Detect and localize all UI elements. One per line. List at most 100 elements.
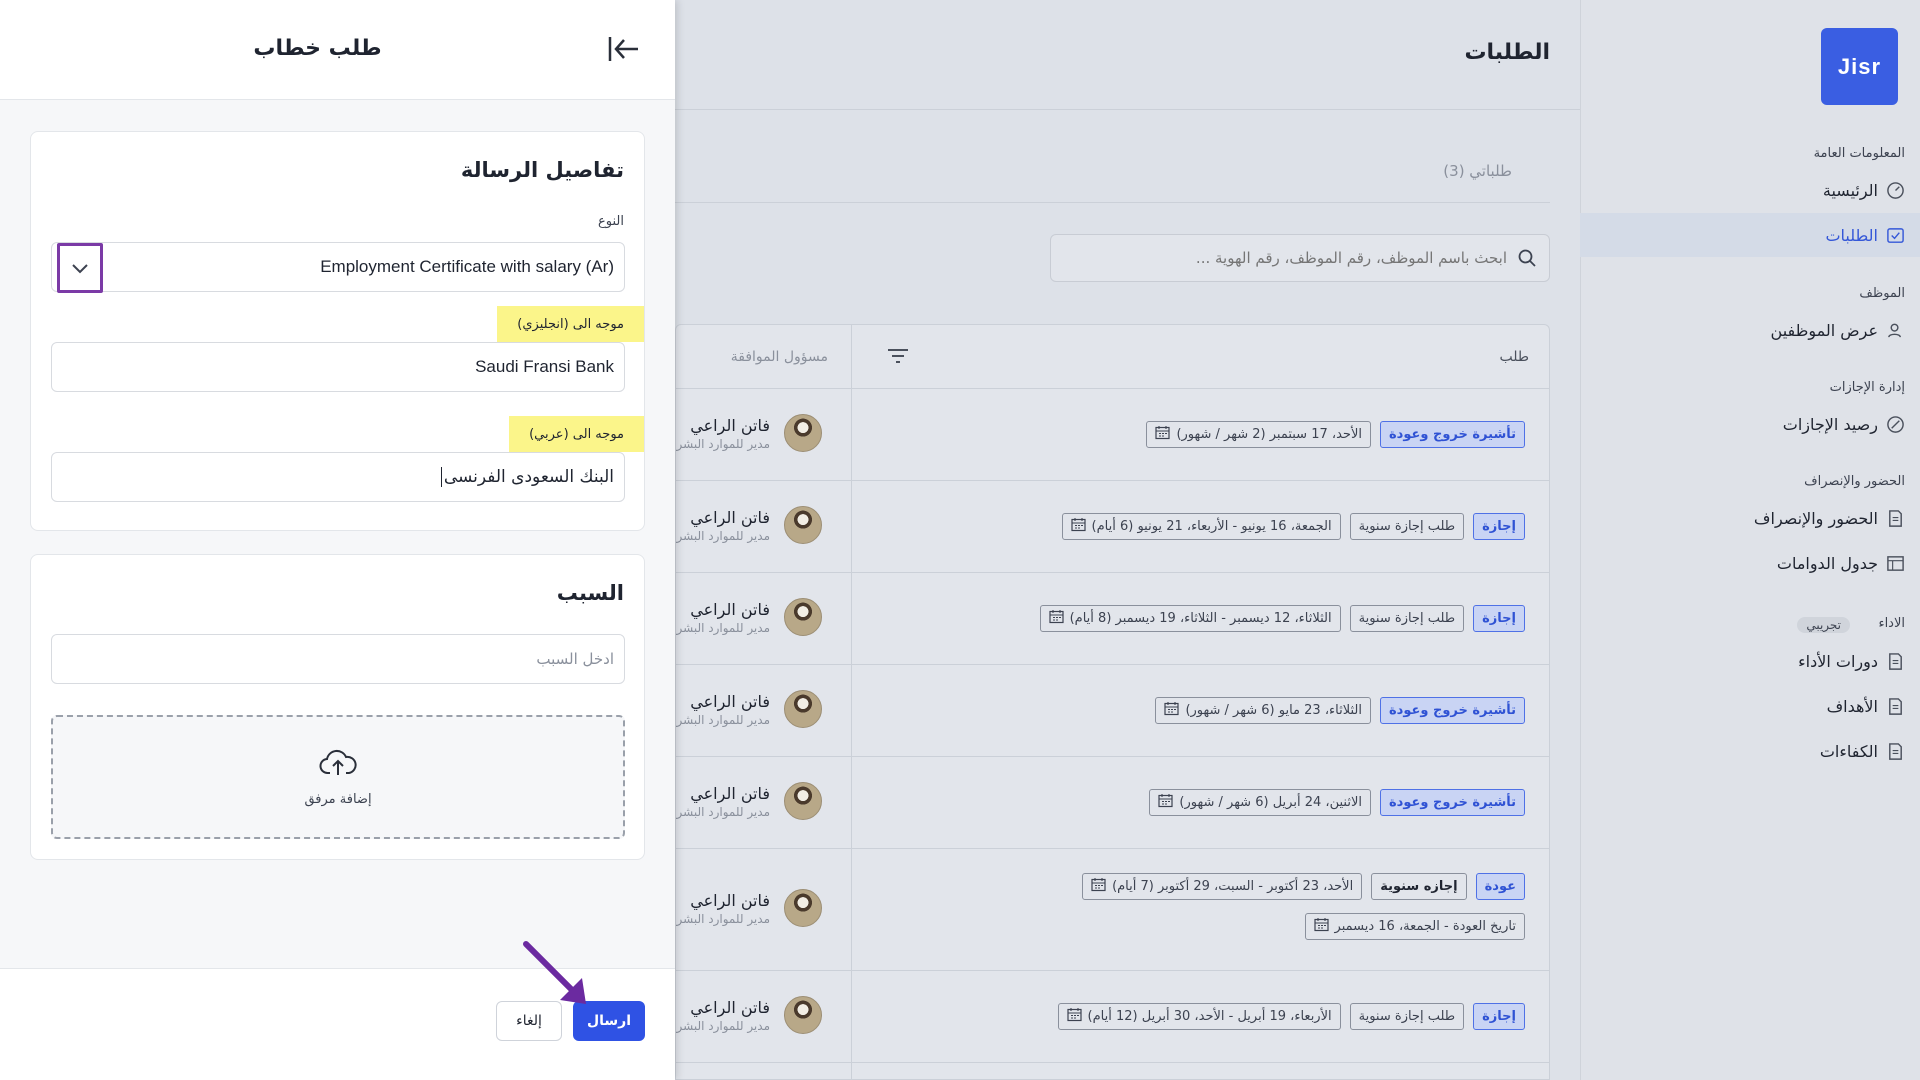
request-tags: تأشيرة خروج وعودة الاثنين، 24 أبريل (6 شه…: [1149, 789, 1525, 816]
document-icon: [1889, 742, 1902, 760]
approver-role: مدير للموارد البشرية: [675, 911, 770, 926]
sidebar-item-shifts[interactable]: جدول الدوامات: [1580, 541, 1920, 585]
request-tags: تأشيرة خروج وعودة الأحد، 17 سبتمبر (2 شهر…: [1146, 421, 1525, 448]
column-header-approver: مسؤول الموافقة: [730, 349, 828, 365]
table-row[interactable]: تأشيرة خروج وعودة الثلاثاء، 23 مايو (6 شه…: [676, 665, 1549, 757]
search-input[interactable]: [1067, 249, 1507, 267]
sidebar-item-employees[interactable]: عرض الموظفين: [1580, 308, 1920, 352]
calendar-icon: [1155, 425, 1171, 444]
request-date-text: الأحد، 23 أكتوبر - السبت، 29 أكتوبر (7 أ…: [1112, 879, 1354, 894]
sidebar-item-cycles[interactable]: دورات الأداء: [1580, 639, 1920, 683]
tab-divider: [675, 202, 1550, 203]
approver-name: فاتن الراعي: [690, 415, 770, 435]
request-date-tag: الأربعاء، 19 أبريل - الأحد، 30 أبريل (12…: [1057, 1003, 1341, 1030]
gauge-icon: [1887, 181, 1904, 199]
reason-input[interactable]: ادخل السبب: [51, 634, 625, 684]
request-date-tag: الثلاثاء، 23 مايو (6 شهر / شهور): [1155, 697, 1371, 724]
jisr-logo[interactable]: Jisr: [1821, 28, 1898, 105]
sidebar-item-attendance[interactable]: الحضور والإنصراف: [1580, 496, 1920, 540]
sidebar-item-label: دورات الأداء: [1798, 651, 1878, 671]
to-english-input[interactable]: Saudi Fransi Bank: [51, 342, 625, 392]
request-date-text: الثلاثاء، 12 ديسمبر - الثلاثاء، 19 ديسمب…: [1069, 611, 1332, 626]
sidebar-item-goals[interactable]: الأهداف: [1580, 684, 1920, 728]
table-row[interactable]: إجازة طلب إجازة سنوية الثلاثاء، 12 ديسمبر …: [676, 573, 1549, 665]
drawer-header: طلب خطاب: [0, 0, 675, 100]
request-subtype-tag: طلب إجازة سنوية: [1349, 513, 1465, 540]
to-arabic-value: البنك السعودى الفرنسى: [440, 467, 614, 487]
approver-role: مدير للموارد البشرية: [675, 620, 770, 635]
attachment-label: إضافة مرفق: [304, 791, 372, 807]
sidebar: Jisr المعلومات العامة الرئيسية الطلبات ا…: [1580, 0, 1920, 1080]
percent-icon: [1887, 415, 1904, 433]
type-label: النوع: [598, 214, 624, 229]
avatar: [784, 996, 822, 1034]
sidebar-item-label: الطلبات: [1825, 225, 1878, 245]
avatar: [784, 889, 822, 927]
attachment-dropzone[interactable]: إضافة مرفق: [51, 715, 625, 839]
calendar-icon: [1164, 701, 1180, 720]
sidebar-item-label: الرئيسية: [1822, 180, 1878, 200]
letter-request-drawer: طلب خطاب تفاصيل الرسالة النوع Employment…: [0, 0, 675, 1080]
sidebar-item-home[interactable]: الرئيسية: [1580, 168, 1920, 212]
search-icon: [1518, 249, 1536, 267]
approver-name: فاتن الراعي: [690, 890, 770, 910]
avatar: [784, 690, 822, 728]
sidebar-item-label: الأهداف: [1826, 696, 1878, 716]
table-header: طلب مسؤول الموافقة: [676, 325, 1549, 389]
filter-icon[interactable]: [887, 347, 909, 365]
calendar-icon: [1048, 609, 1064, 628]
request-date-tag: الأحد، 17 سبتمبر (2 شهر / شهور): [1146, 421, 1371, 448]
tab-my-requests[interactable]: طلباتي (3): [1443, 162, 1512, 180]
chevron-down-icon[interactable]: [57, 243, 103, 293]
type-select-value: Employment Certificate with salary (Ar): [320, 257, 614, 276]
table-row[interactable]: تأشيرة خروج وعودة الاثنين، 24 أبريل (6 شه…: [676, 757, 1549, 849]
request-tags: إجازة طلب إجازة سنوية الثلاثاء، 12 ديسمبر …: [1039, 605, 1525, 632]
reason-card: السبب ادخل السبب إضافة مرفق: [30, 554, 645, 860]
sidebar-item-label: عرض الموظفين: [1770, 320, 1878, 340]
sidebar-item-requests[interactable]: الطلبات: [1580, 213, 1920, 257]
calendar-icon: [1158, 793, 1174, 812]
document-icon: [1889, 652, 1902, 670]
approver-role: مدير للموارد البشرية: [675, 1018, 770, 1033]
approver-cell: فاتن الراعي مدير للموارد البشرية: [676, 782, 822, 820]
top-bar: الطلبات: [675, 0, 1580, 110]
request-tags: عودة إجازه سنوية الأحد، 23 أكتوبر - السبت،…: [1082, 873, 1525, 900]
section-general: المعلومات العامة: [1813, 146, 1905, 161]
search-box[interactable]: [1050, 234, 1550, 282]
type-select[interactable]: Employment Certificate with salary (Ar): [51, 242, 625, 293]
document-icon: [1889, 509, 1902, 527]
request-subtype-tag: طلب إجازة سنوية: [1349, 1003, 1465, 1030]
drawer-title: طلب خطاب: [253, 36, 382, 61]
return-date-tags: تاريخ العودة - الجمعة، 16 ديسمبر: [1304, 913, 1525, 940]
request-type-badge: إجازة: [1473, 605, 1525, 632]
request-date-text: الأحد، 17 سبتمبر (2 شهر / شهور): [1176, 427, 1362, 442]
table-row[interactable]: إجازة طلب إجازة سنوية الجمعة، 16 يونيو - ا…: [676, 481, 1549, 573]
message-details-card: تفاصيل الرسالة النوع Employment Certific…: [30, 131, 645, 531]
request-type-badge: عودة: [1475, 873, 1525, 900]
to-arabic-input[interactable]: البنك السعودى الفرنسى: [51, 452, 625, 502]
table-row[interactable]: عودة إجازه سنوية الأحد، 23 أكتوبر - السبت،…: [676, 849, 1549, 971]
approver-cell: فاتن الراعي مدير للموارد البشرية: [675, 598, 822, 636]
request-date-text: الثلاثاء، 23 مايو (6 شهر / شهور): [1185, 703, 1362, 718]
approver-cell: فاتن الراعي مدير للموارد البشرية: [676, 414, 822, 452]
checklist-icon: [1887, 227, 1904, 243]
table-row[interactable]: إجازة طلب إجازة سنوية الأربعاء، 19 أبريل -…: [676, 971, 1549, 1063]
page-title: الطلبات: [1464, 40, 1550, 65]
document-icon: [1889, 697, 1902, 715]
sidebar-item-label: الحضور والإنصراف: [1753, 508, 1878, 528]
approver-role: مدير للموارد البشرية: [675, 712, 770, 727]
to-arabic-label: موجه الى (عربي): [509, 416, 644, 452]
calendar-icon: [1313, 917, 1329, 936]
approver-cell: فاتن الراعي مدير للموارد البشرية: [675, 996, 822, 1034]
sidebar-item-leave-balance[interactable]: رصيد الإجازات: [1580, 402, 1920, 446]
approver-cell: فاتن الراعي مدير للموارد البشرية: [676, 506, 822, 544]
request-type-badge: تأشيرة خروج وعودة: [1379, 697, 1525, 724]
reason-placeholder: ادخل السبب: [536, 650, 614, 668]
sidebar-item-competencies[interactable]: الكفاءات: [1580, 729, 1920, 773]
approver-name: فاتن الراعي: [690, 507, 770, 527]
request-subtype-tag: إجازه سنوية: [1371, 873, 1467, 900]
section-leave: إدارة الإجازات: [1829, 380, 1905, 395]
return-date-text: تاريخ العودة - الجمعة، 16 ديسمبر: [1334, 919, 1516, 934]
avatar: [784, 414, 822, 452]
table-row[interactable]: تأشيرة خروج وعودة الأحد، 17 سبتمبر (2 شهر…: [676, 389, 1549, 481]
